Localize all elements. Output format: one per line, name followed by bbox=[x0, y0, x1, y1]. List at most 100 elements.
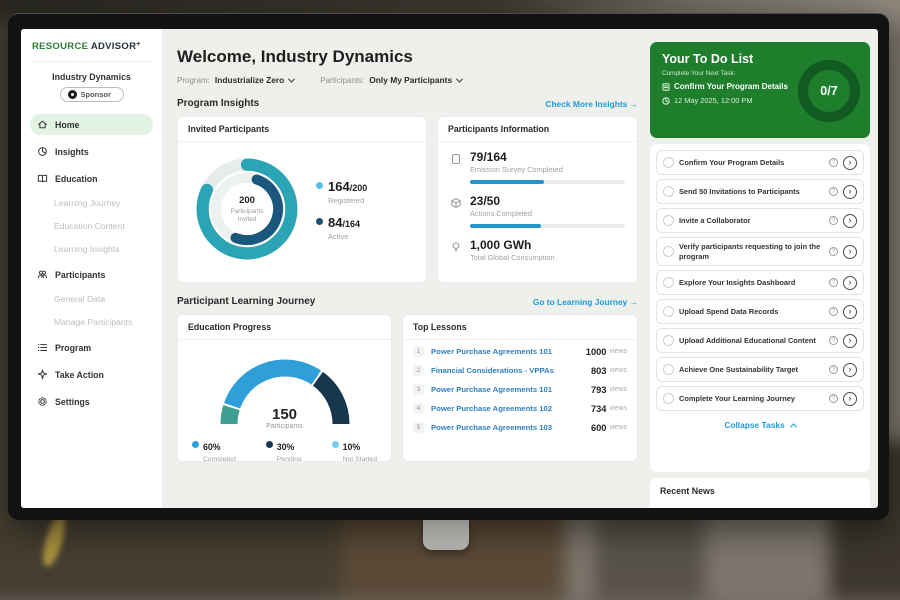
todo-header-card: Your To Do List Complete Your Next Task:… bbox=[650, 42, 870, 138]
help-icon[interactable]: ? bbox=[829, 158, 838, 167]
task-row[interactable]: Confirm Your Program Details ? › bbox=[656, 150, 864, 175]
help-icon[interactable]: ? bbox=[829, 216, 838, 225]
collapse-tasks-link[interactable]: Collapse Tasks bbox=[656, 415, 864, 433]
lesson-row[interactable]: 3 Power Purchase Agreements 101 793 view… bbox=[403, 380, 637, 399]
task-row[interactable]: Verify participants requesting to join t… bbox=[656, 237, 864, 266]
lesson-views: 793 bbox=[591, 385, 607, 395]
task-checkbox[interactable] bbox=[663, 215, 674, 226]
sidebar-item-manage-participants[interactable]: Manage Participants bbox=[30, 314, 153, 330]
sponsor-icon bbox=[68, 90, 77, 99]
chevron-right-icon[interactable]: › bbox=[843, 156, 857, 170]
task-row[interactable]: Achieve One Sustainability Target ? › bbox=[656, 357, 864, 382]
sidebar: RESOURCE ADVISOR+ Industry Dynamics Spon… bbox=[21, 29, 163, 508]
donut-center-label: 200 Participants Invited bbox=[186, 148, 308, 270]
program-dropdown[interactable]: Program: Industrialize Zero bbox=[177, 75, 294, 85]
chevron-right-icon[interactable]: › bbox=[843, 185, 857, 199]
top-lessons-card: Top Lessons 1 Power Purchase Agreements … bbox=[402, 314, 638, 462]
learning-journey-header: Participant Learning Journey Go to Learn… bbox=[177, 296, 638, 307]
consumption-icon bbox=[450, 241, 462, 262]
task-checkbox[interactable] bbox=[663, 246, 674, 257]
arrow-right-icon: → bbox=[630, 99, 638, 109]
sidebar-item-learning-insights[interactable]: Learning Insights bbox=[30, 241, 153, 257]
sidebar-item-participants[interactable]: Participants bbox=[30, 264, 153, 285]
task-row[interactable]: Invite a Collaborator ? › bbox=[656, 208, 864, 233]
help-icon[interactable]: ? bbox=[829, 278, 838, 287]
help-icon[interactable]: ? bbox=[829, 247, 838, 256]
completed-dot bbox=[192, 441, 199, 448]
lesson-row[interactable]: 4 Power Purchase Agreements 102 734 view… bbox=[403, 399, 637, 418]
chevron-right-icon[interactable]: › bbox=[843, 305, 857, 319]
arrow-right-icon: → bbox=[630, 297, 638, 307]
task-checkbox[interactable] bbox=[663, 306, 674, 317]
help-icon[interactable]: ? bbox=[829, 365, 838, 374]
lesson-link[interactable]: Power Purchase Agreements 101 bbox=[431, 385, 591, 394]
clock-icon bbox=[662, 97, 670, 105]
task-row[interactable]: Complete Your Learning Journey ? › bbox=[656, 386, 864, 411]
go-to-learning-journey-link[interactable]: Go to Learning Journey → bbox=[533, 297, 638, 307]
task-checkbox[interactable] bbox=[663, 277, 674, 288]
chevron-right-icon[interactable]: › bbox=[843, 392, 857, 406]
task-checkbox[interactable] bbox=[663, 393, 674, 404]
chevron-right-icon[interactable]: › bbox=[843, 214, 857, 228]
lesson-views: 734 bbox=[591, 404, 607, 414]
task-row[interactable]: Upload Additional Educational Content ? … bbox=[656, 328, 864, 353]
survey-label: Emission Survey Completed bbox=[470, 165, 625, 174]
chevron-right-icon[interactable]: › bbox=[843, 276, 857, 290]
chevron-right-icon[interactable]: › bbox=[843, 334, 857, 348]
survey-icon bbox=[450, 153, 462, 184]
task-row[interactable]: Send 50 Invitations to Participants ? › bbox=[656, 179, 864, 204]
help-icon[interactable]: ? bbox=[829, 336, 838, 345]
top-lessons-title: Top Lessons bbox=[403, 315, 637, 340]
sidebar-item-insights[interactable]: Insights bbox=[30, 141, 153, 162]
task-checkbox[interactable] bbox=[663, 364, 674, 375]
lesson-row[interactable]: 1 Power Purchase Agreements 101 1000 vie… bbox=[403, 342, 637, 361]
sidebar-item-label: Program bbox=[55, 343, 91, 353]
task-checkbox[interactable] bbox=[663, 157, 674, 168]
lesson-link[interactable]: Financial Considerations - VPPAs bbox=[431, 366, 591, 375]
sidebar-item-program[interactable]: Program bbox=[30, 337, 153, 358]
invited-participants-body: 200 Participants Invited 164/200 Registe… bbox=[178, 142, 426, 276]
sidebar-item-education-content[interactable]: Education Content bbox=[30, 218, 153, 234]
lesson-link[interactable]: Power Purchase Agreements 103 bbox=[431, 423, 591, 432]
sponsor-badge[interactable]: Sponsor bbox=[60, 87, 124, 102]
logo-text-resource: RESOURCE bbox=[32, 41, 88, 52]
lesson-link[interactable]: Power Purchase Agreements 102 bbox=[431, 404, 591, 413]
sidebar-item-label: Education Content bbox=[54, 221, 125, 231]
lesson-row[interactable]: 2 Financial Considerations - VPPAs 803 v… bbox=[403, 361, 637, 380]
invited-participants-title: Invited Participants bbox=[178, 117, 426, 142]
gauge-center-label: 150 Participants bbox=[210, 406, 360, 430]
chevron-down-icon bbox=[288, 75, 295, 82]
task-checkbox[interactable] bbox=[663, 335, 674, 346]
sidebar-item-education[interactable]: Education bbox=[30, 168, 153, 189]
actions-icon bbox=[450, 197, 462, 228]
lesson-link[interactable]: Power Purchase Agreements 101 bbox=[431, 347, 586, 356]
help-icon[interactable]: ? bbox=[829, 187, 838, 196]
task-checkbox[interactable] bbox=[663, 186, 674, 197]
program-value: Industrialize Zero bbox=[215, 75, 284, 85]
chevron-right-icon[interactable]: › bbox=[843, 245, 857, 259]
lesson-rank: 2 bbox=[413, 365, 424, 376]
participants-dropdown[interactable]: Participants: Only My Participants bbox=[320, 75, 462, 85]
check-more-insights-link[interactable]: Check More Insights → bbox=[545, 99, 638, 109]
sidebar-item-home[interactable]: Home bbox=[30, 114, 153, 135]
learning-journey-title: Participant Learning Journey bbox=[177, 296, 315, 307]
sidebar-item-learning-journey[interactable]: Learning Journey bbox=[30, 195, 153, 211]
gauge-participants-count: 150 bbox=[210, 406, 360, 423]
todo-panel: Your To Do List Complete Your Next Task:… bbox=[648, 29, 878, 508]
lesson-row[interactable]: 5 Power Purchase Agreements 103 600 view… bbox=[403, 418, 637, 437]
chevron-right-icon[interactable]: › bbox=[843, 363, 857, 377]
sidebar-item-settings[interactable]: Settings bbox=[30, 391, 153, 412]
home-icon bbox=[37, 119, 48, 130]
invited-count: 200 bbox=[239, 195, 255, 206]
sidebar-item-label: General Data bbox=[54, 294, 105, 304]
task-row[interactable]: Upload Spend Data Records ? › bbox=[656, 299, 864, 324]
lesson-views: 600 bbox=[591, 423, 607, 433]
survey-progress-bar bbox=[470, 180, 625, 184]
sidebar-item-general-data[interactable]: General Data bbox=[30, 291, 153, 307]
lesson-views: 1000 bbox=[586, 347, 607, 357]
help-icon[interactable]: ? bbox=[829, 394, 838, 403]
help-icon[interactable]: ? bbox=[829, 307, 838, 316]
sidebar-item-take-action[interactable]: Take Action bbox=[30, 364, 153, 385]
task-row[interactable]: Explore Your Insights Dashboard ? › bbox=[656, 270, 864, 295]
not-started-dot bbox=[332, 441, 339, 448]
